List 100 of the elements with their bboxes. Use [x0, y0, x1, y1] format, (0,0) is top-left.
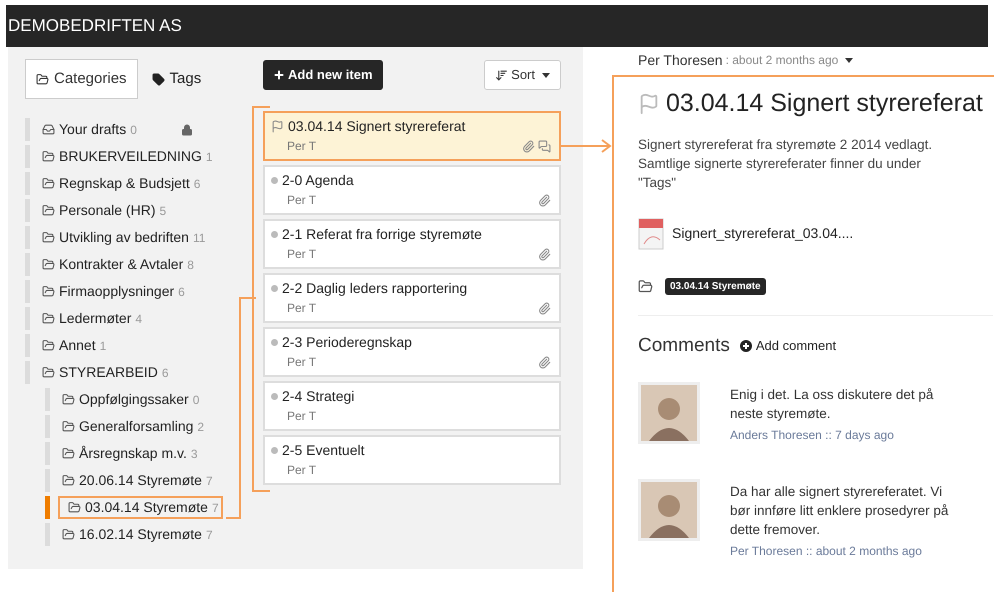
folder-icon — [62, 420, 75, 433]
category-item[interactable]: Annet 1 — [38, 334, 110, 357]
category-count: 6 — [194, 176, 200, 192]
category-item[interactable]: Your drafts 0 — [38, 118, 197, 141]
item-author: Per T — [287, 408, 316, 425]
folder-icon — [62, 528, 75, 541]
item-author: Per T — [287, 192, 316, 209]
tag-label[interactable]: 03.04.14 Styremøte — [665, 278, 766, 294]
folder-icon — [68, 501, 81, 514]
inbox-icon — [42, 123, 55, 136]
folder-icon — [62, 393, 75, 406]
category-item[interactable]: 20.06.14 Styremøte 7 — [58, 469, 217, 492]
flag-icon — [271, 120, 284, 133]
category-count: 1 — [100, 338, 106, 354]
category-item[interactable]: Generalforsamling 2 — [58, 415, 208, 438]
item-card[interactable]: 2-0 Agenda Per T — [263, 165, 561, 215]
caret-icon — [845, 58, 854, 62]
item-title: 2-5 Eventuelt — [282, 441, 364, 460]
item-author: Per T — [287, 354, 316, 371]
folder-icon — [42, 231, 55, 244]
folder-icon — [42, 339, 55, 352]
category-name: Regnskap & Budsjett — [59, 174, 190, 193]
item-author: Per T — [287, 300, 316, 317]
attachment-link[interactable]: Signert_styrereferat_03.04.... — [672, 223, 854, 244]
category-count: 7 — [212, 500, 219, 516]
category-name: STYREARBEID — [59, 363, 158, 382]
item-author: Per T — [287, 138, 316, 155]
item-title: 2-4 Strategi — [282, 387, 354, 406]
category-item[interactable]: 03.04.14 Styremøte 7 — [58, 496, 223, 519]
item-card[interactable]: 2-2 Daglig leders rapportering Per T — [263, 273, 561, 323]
category-item[interactable]: Ledermøter 4 — [38, 307, 146, 330]
sort-icon — [495, 68, 508, 82]
item-card[interactable]: 2-1 Referat fra forrige styremøte Per T — [263, 219, 561, 269]
category-item[interactable]: 16.02.14 Styremøte 7 — [58, 523, 217, 546]
comment-text: Enig i det. La oss diskutere det på neste styremøte. — [730, 386, 934, 423]
category-item[interactable]: Firmaopplysninger 6 — [38, 280, 189, 303]
category-count: 7 — [206, 526, 213, 544]
avatar-placeholder — [638, 479, 700, 541]
category-item[interactable]: Årsregnskap m.v. 3 — [58, 442, 202, 465]
comment-text: Da har alle signert styrereferatet. Vi bør innføre litt enklere prosedyrer på dette fremover. — [730, 483, 950, 539]
item-description: Signert styrereferat fra styremøte 2 2014 vedlagt. Samtlige signerte styrereferater finner du under "Tags" — [638, 136, 934, 192]
item-title: 2-3 Perioderegnskap — [282, 333, 412, 352]
category-name: Firmaopplysninger — [59, 282, 174, 301]
add-item-button[interactable]: Add new item — [263, 60, 383, 90]
category-name: 16.02.14 Styremøte — [79, 525, 202, 544]
category-count: 2 — [197, 418, 204, 436]
category-name: Annet — [59, 336, 96, 355]
item-card[interactable]: 2-4 Strategi Per T — [263, 381, 561, 431]
plus-icon — [273, 69, 285, 81]
item-title: 03.04.14 Signert styrereferat — [288, 117, 466, 136]
category-item[interactable]: STYREARBEID 6 — [38, 361, 172, 384]
category-item[interactable]: Regnskap & Budsjett 6 — [38, 172, 204, 195]
caret-icon — [542, 72, 550, 78]
item-title: 2-0 Agenda — [282, 171, 354, 190]
category-item[interactable]: Personale (HR) 5 — [38, 199, 170, 222]
folder-icon — [42, 204, 55, 217]
comment-meta: Anders Thoresen :: 7 days ago — [730, 428, 894, 442]
category-count: 8 — [187, 256, 194, 274]
category-name: 03.04.14 Styremøte — [85, 498, 208, 517]
company-title: DEMOBEDRIFTEN AS — [8, 15, 182, 38]
folder-icon — [62, 474, 75, 487]
category-item[interactable]: BRUKERVEILEDNING 1 — [38, 145, 217, 168]
item-title: 2-2 Daglig leders rapportering — [282, 279, 468, 298]
category-count: 4 — [135, 310, 142, 328]
pdf-file-icon — [638, 218, 664, 250]
sort-button[interactable]: Sort — [484, 60, 561, 90]
folder-icon — [42, 366, 55, 379]
category-item[interactable]: Oppfølgingssaker 0 — [58, 388, 204, 411]
folder-icon — [36, 72, 49, 86]
category-item[interactable]: Kontrakter & Avtaler 8 — [38, 253, 198, 276]
tag-icon — [152, 72, 165, 86]
category-name: 20.06.14 Styremøte — [79, 471, 202, 490]
category-count: 11 — [192, 230, 206, 246]
item-author: Per T — [287, 462, 316, 479]
comments-heading: Comments — [638, 334, 730, 358]
folder-icon — [638, 278, 653, 294]
post-time: : about 2 months ago — [726, 52, 838, 69]
category-name: Generalforsamling — [79, 417, 194, 436]
avatar-placeholder — [638, 382, 700, 444]
folder-icon — [42, 258, 55, 271]
sidebar-tab[interactable]: Tags — [142, 59, 212, 99]
category-count: 0 — [192, 392, 200, 408]
category-count: 7 — [206, 472, 213, 490]
item-title: 2-1 Referat fra forrige styremøte — [282, 225, 482, 244]
folder-icon — [42, 177, 55, 190]
flag-icon — [638, 92, 660, 115]
comment-meta: Per Thoresen :: about 2 months ago — [730, 544, 922, 558]
category-name: Årsregnskap m.v. — [79, 444, 187, 463]
category-name: Kontrakter & Avtaler — [59, 255, 184, 274]
category-count: 5 — [159, 202, 166, 220]
category-name: Ledermøter — [59, 309, 132, 328]
author-name: Per Thoresen — [638, 50, 723, 70]
item-card[interactable]: 2-5 Eventuelt Per T — [263, 435, 561, 485]
item-card[interactable]: 03.04.14 Signert styrereferat Per T — [263, 111, 561, 161]
item-card[interactable]: 2-3 Perioderegnskap Per T — [263, 327, 561, 377]
category-item[interactable]: Utvikling av bedriften 11 — [38, 226, 210, 249]
category-name: Personale (HR) — [59, 201, 156, 220]
add-comment-button[interactable]: Add comment — [740, 336, 836, 356]
category-name: Oppfølgingssaker — [79, 390, 189, 409]
sidebar-tab[interactable]: Categories — [25, 59, 138, 99]
